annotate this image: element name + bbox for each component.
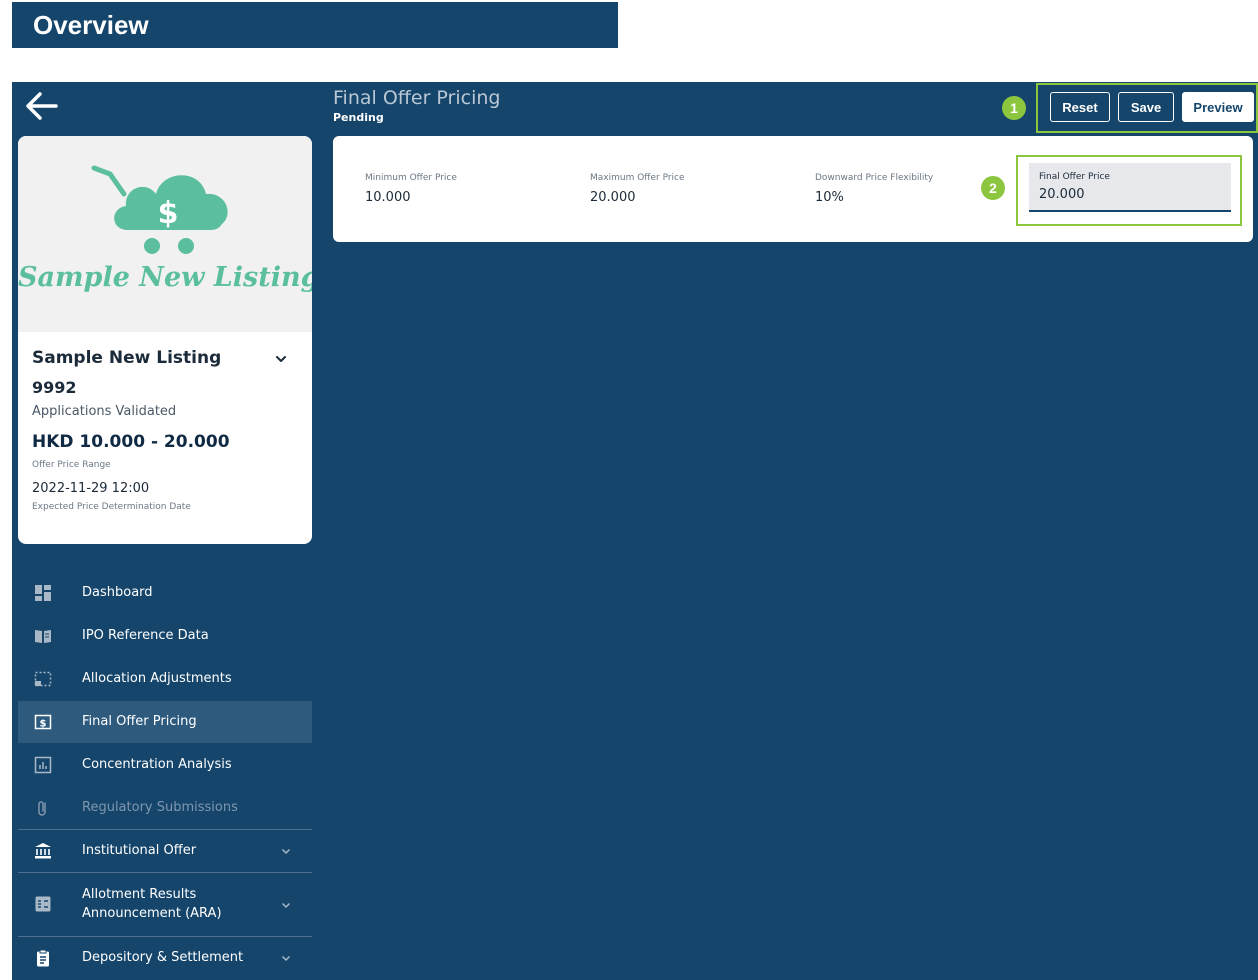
sidebar-item-label: IPO Reference Data: [82, 628, 209, 643]
pricing-panel: Minimum Offer Price 10.000 Maximum Offer…: [333, 136, 1253, 242]
listing-logo: $ Sample New Listing: [18, 136, 312, 332]
listing-name: Sample New Listing: [32, 348, 222, 368]
listing-code: 9992: [32, 378, 77, 397]
bank-icon: [35, 843, 51, 859]
listing-logo-text: Sample New Listing: [18, 262, 312, 293]
cart-cloud-logo-icon: $: [91, 165, 228, 254]
annotation-badge-2: 2: [981, 176, 1005, 200]
sidebar-item-depository-settlement[interactable]: Depository & Settlement: [18, 937, 312, 979]
sidebar-item-allocation-adjustments[interactable]: Allocation Adjustments: [18, 658, 312, 700]
back-arrow-icon[interactable]: [24, 88, 60, 124]
page-title: Final Offer Pricing: [333, 87, 501, 109]
sidebar-item-label: Concentration Analysis: [82, 757, 232, 772]
listing-card: $ Sample New Listing Sample New Listing …: [18, 136, 312, 544]
preview-button[interactable]: Preview: [1182, 92, 1254, 122]
clipboard-icon: [37, 949, 49, 967]
sidebar-item-concentration-analysis[interactable]: Concentration Analysis: [18, 744, 312, 786]
sidebar-item-label: Dashboard: [82, 585, 153, 600]
save-button[interactable]: Save: [1118, 92, 1174, 122]
selection-icon: [34, 671, 52, 687]
offer-price-range: HKD 10.000 - 20.000: [32, 432, 230, 452]
sidebar-item-label: Allocation Adjustments: [82, 671, 232, 686]
max-offer-price-label: Maximum Offer Price: [590, 173, 685, 183]
svg-text:$: $: [40, 719, 47, 730]
price-determination-date-label: Expected Price Determination Date: [32, 502, 191, 512]
final-offer-price-input[interactable]: [1039, 187, 1219, 202]
app-window: Final Offer Pricing Pending 1 Reset Save…: [12, 82, 1258, 980]
book-icon: [35, 630, 51, 643]
final-offer-price-label: Final Offer Price: [1039, 172, 1110, 182]
price-determination-date: 2022-11-29 12:00: [32, 481, 150, 496]
sidebar-item-label: Regulatory Submissions: [82, 800, 238, 815]
offer-price-range-label: Offer Price Range: [32, 460, 111, 470]
sidebar-item-label: Allotment Results Announcement (ARA): [82, 887, 222, 921]
dollar-icon: $: [34, 714, 52, 730]
price-flexibility-label: Downward Price Flexibility: [815, 173, 934, 183]
min-offer-price-label: Minimum Offer Price: [365, 173, 457, 183]
reset-button[interactable]: Reset: [1050, 92, 1110, 122]
overview-banner: Overview: [12, 2, 618, 48]
min-offer-price-value: 10.000: [365, 190, 411, 205]
sidebar-item-label: Institutional Offer: [82, 843, 197, 858]
chevron-down-icon[interactable]: [280, 952, 292, 964]
listing-status: Applications Validated: [32, 404, 177, 419]
dashboard-icon: [35, 585, 51, 601]
max-offer-price-value: 20.000: [590, 190, 636, 205]
chart-icon: [34, 756, 52, 774]
sidebar-item-dashboard[interactable]: Dashboard: [18, 572, 312, 614]
chevron-down-icon[interactable]: [274, 352, 288, 366]
chevron-down-icon[interactable]: [280, 845, 292, 857]
annotation-badge-1: 1: [1002, 96, 1026, 120]
sidebar-item-institutional-offer[interactable]: Institutional Offer: [18, 830, 312, 872]
final-offer-price-field[interactable]: Final Offer Price: [1029, 163, 1231, 212]
sidebar-item-final-offer-pricing[interactable]: $ Final Offer Pricing: [18, 701, 312, 743]
list-icon: [35, 896, 51, 912]
page-status: Pending: [333, 111, 384, 124]
paperclip-icon: [38, 801, 46, 816]
price-flexibility-value: 10%: [815, 190, 844, 205]
sidebar-item-allotment-results[interactable]: Allotment Results Announcement (ARA): [18, 873, 312, 936]
chevron-down-icon[interactable]: [280, 899, 292, 911]
sidebar-item-regulatory-submissions: Regulatory Submissions: [18, 787, 312, 829]
sidebar-item-label: Depository & Settlement: [82, 950, 244, 965]
sidebar-item-label: Final Offer Pricing: [82, 714, 197, 729]
sidebar-item-ipo-reference-data[interactable]: IPO Reference Data: [18, 615, 312, 657]
svg-text:$: $: [158, 196, 179, 231]
